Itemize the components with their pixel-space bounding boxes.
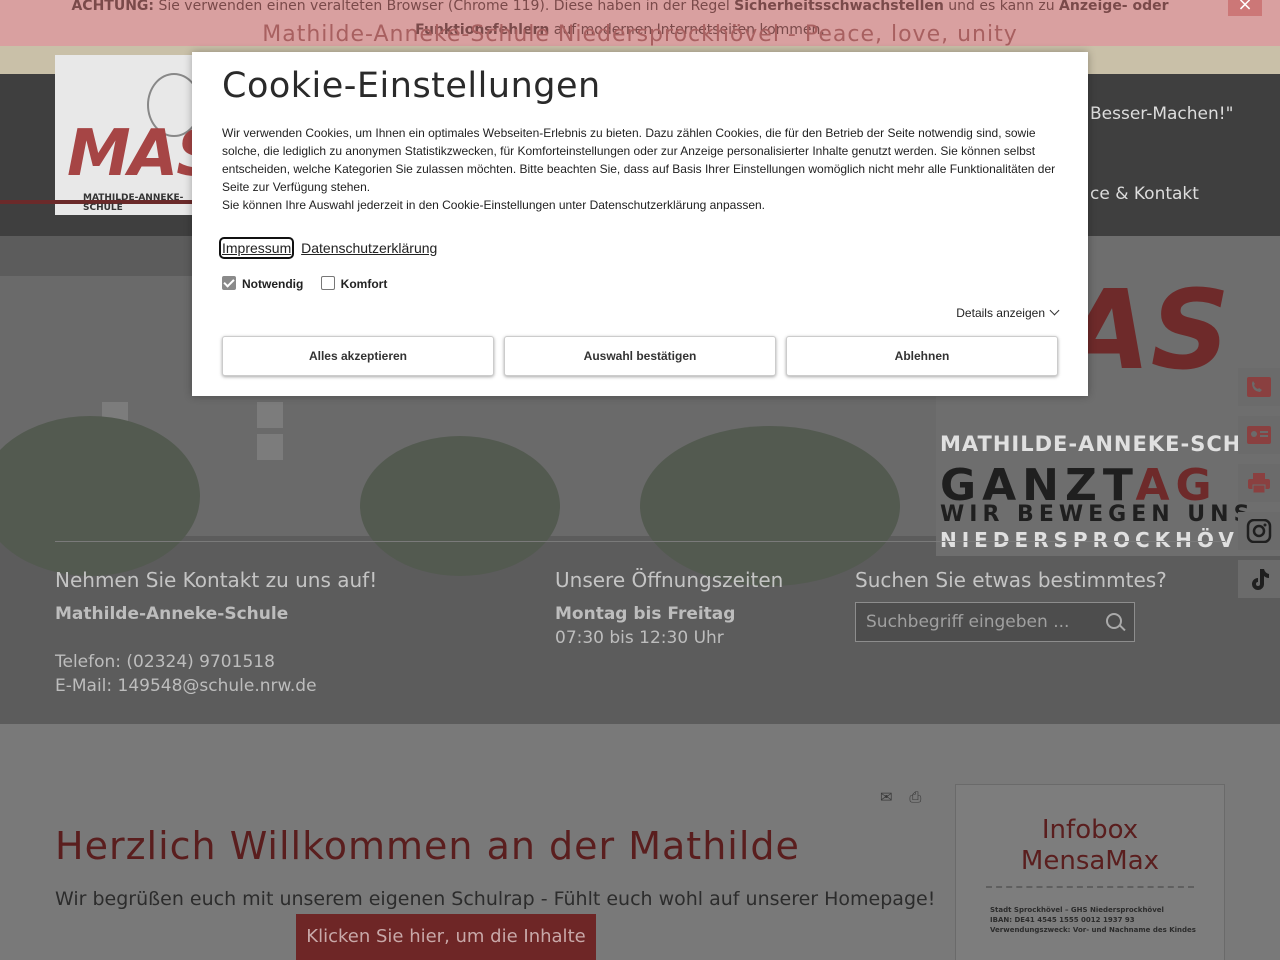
comfort-option[interactable]: Komfort	[320, 276, 387, 291]
privacy-link[interactable]: Datenschutzerklärung	[301, 240, 437, 256]
confirm-selection-button[interactable]: Auswahl bestätigen	[504, 336, 776, 376]
page: ACHTUNG: Sie verwenden einen veralteten …	[0, 0, 1280, 960]
cookie-title: Cookie-Einstellungen	[222, 66, 601, 106]
necessary-checkbox[interactable]	[222, 276, 236, 290]
cookie-description: Wir verwenden Cookies, um Ihnen ein opti…	[222, 126, 1056, 212]
decline-button[interactable]: Ablehnen	[786, 336, 1058, 376]
details-toggle[interactable]: Details anzeigen	[956, 305, 1060, 320]
cookie-dialog: Cookie-Einstellungen Wir verwenden Cooki…	[192, 52, 1088, 396]
comfort-checkbox[interactable]	[320, 276, 335, 290]
necessary-option[interactable]: Notwendig	[222, 276, 303, 291]
chevron-down-icon	[1049, 305, 1060, 316]
impressum-link[interactable]: Impressum	[218, 237, 295, 259]
cookie-links: Impressum Datenschutzerklärung	[218, 237, 437, 259]
accept-all-button[interactable]: Alles akzeptieren	[222, 336, 494, 376]
cookie-categories: Notwendig Komfort	[222, 276, 401, 291]
